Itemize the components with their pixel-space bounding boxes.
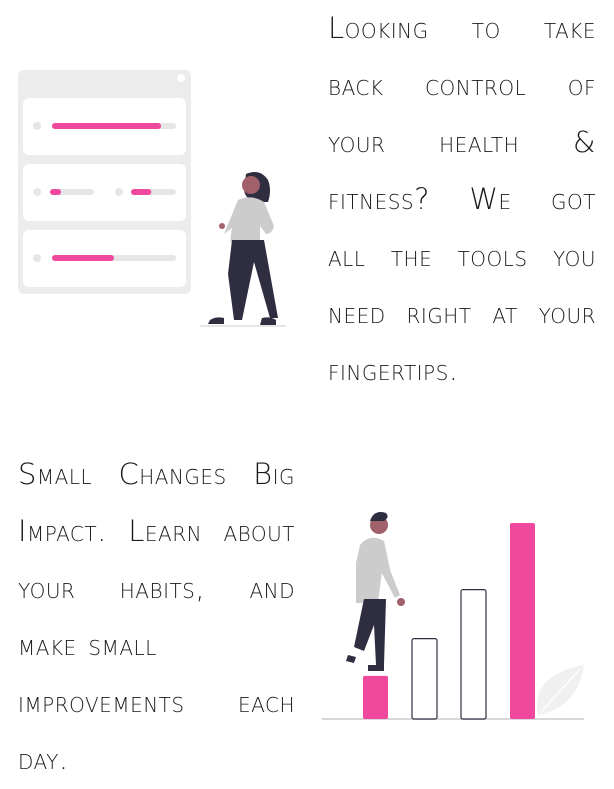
row-dot-icon <box>33 188 41 196</box>
growth-column <box>363 675 388 719</box>
growth-column <box>460 589 487 720</box>
headline-line: fitness? We got <box>328 182 596 216</box>
headline-line: improvements each <box>18 685 295 719</box>
headline-line: Small Changes Big <box>18 457 295 491</box>
headline-line: Impact. Learn about <box>18 514 295 548</box>
headline-line: fingertips. <box>328 353 459 387</box>
headline-line: your habits, and <box>18 571 295 605</box>
headline-line: your health & <box>328 125 596 159</box>
growth-column <box>411 638 438 720</box>
progress-fill <box>131 189 152 195</box>
growth-column <box>510 523 535 719</box>
headline-line: need right at your <box>328 296 596 330</box>
row-dot-icon <box>115 188 123 196</box>
headline-line: back control of <box>328 68 596 102</box>
headline-line: day. <box>18 742 69 776</box>
progress-tracker-illustration <box>18 70 286 327</box>
leaf-icon <box>536 665 584 715</box>
headline-line: make small <box>18 628 157 662</box>
health-headline: Looking to take back control of your hea… <box>328 0 596 399</box>
headline-line: all the tools you <box>328 239 596 273</box>
close-icon <box>177 74 185 82</box>
progress-fill <box>52 255 114 261</box>
headline-line: Looking to take <box>328 11 596 45</box>
row-dot-icon <box>33 122 41 130</box>
progress-fill <box>50 189 61 195</box>
row-dot-icon <box>33 254 41 262</box>
man-figure <box>346 512 405 671</box>
habits-headline: Small Changes Big Impact. Learn about yo… <box>18 446 295 788</box>
growth-illustration <box>322 512 584 720</box>
woman-figure <box>200 172 286 327</box>
progress-fill <box>52 123 162 129</box>
